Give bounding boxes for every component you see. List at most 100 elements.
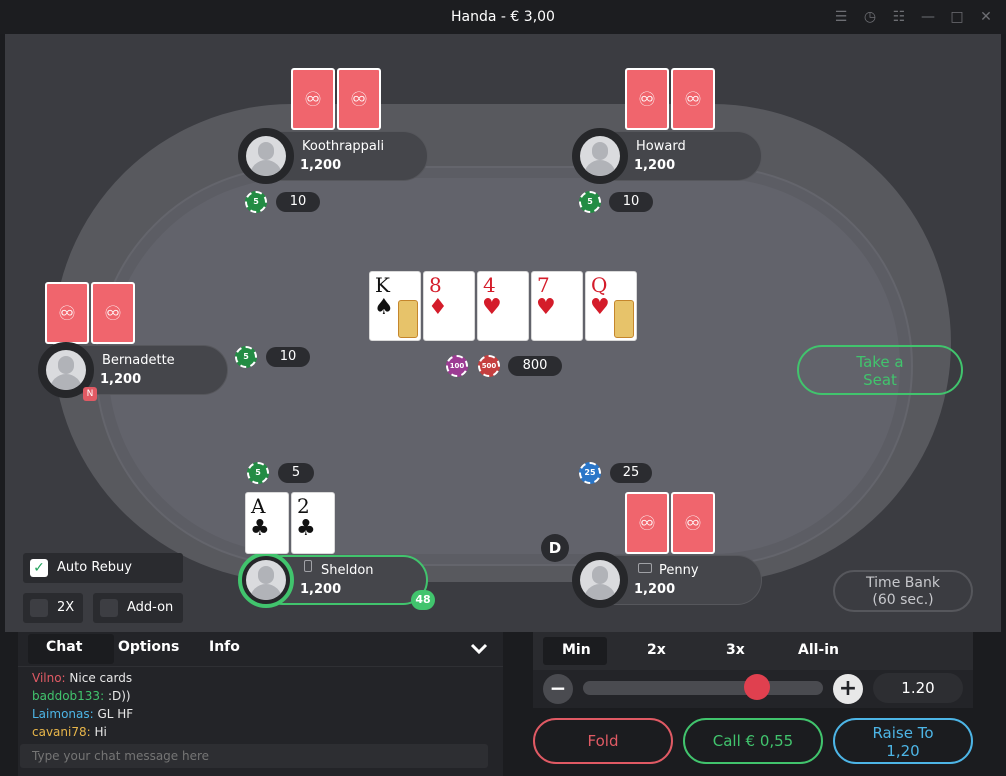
minus-icon[interactable]: −: [543, 674, 573, 704]
card-suit-icon: ♥: [590, 295, 610, 320]
two-x-option[interactable]: 2X: [23, 593, 83, 623]
bet-amount: 25: [610, 463, 652, 483]
avatar-icon: [580, 560, 620, 600]
card-back-logo-icon: ♾: [638, 87, 656, 111]
avatar-icon: [46, 350, 86, 390]
raise-button[interactable]: Raise To 1,20: [833, 718, 973, 764]
chip-icon: 5: [579, 191, 601, 213]
card-back: ♾: [671, 68, 715, 130]
card-rank: 7: [537, 273, 550, 297]
add-on-label: Add-on: [127, 600, 174, 615]
divider: [18, 666, 503, 667]
card-back-logo-icon: ♾: [58, 301, 76, 325]
player-name: Koothrappali: [302, 139, 385, 154]
player-name: Sheldon: [321, 563, 374, 578]
lobby-icon[interactable]: ☰: [833, 9, 849, 25]
chip-icon: 5: [245, 191, 267, 213]
two-x-label: 2X: [57, 600, 75, 615]
auto-rebuy-option[interactable]: ✓ Auto Rebuy: [23, 553, 183, 583]
bet-amount: 10: [266, 347, 310, 367]
chat-message: cavani78: Hi: [32, 725, 107, 739]
take-seat-label-line1: Take a: [856, 353, 904, 371]
close-icon[interactable]: ✕: [978, 9, 994, 25]
community-card: 7 ♥: [531, 271, 583, 341]
chip-icon: 5: [235, 346, 257, 368]
bet-presets-bar: Min 2x 3x All-in: [533, 632, 973, 670]
time-bank-line1: Time Bank: [866, 575, 940, 591]
checkmark-icon[interactable]: ✓: [30, 559, 48, 577]
avatar: [572, 128, 628, 184]
fold-button[interactable]: Fold: [533, 718, 673, 764]
card-back: ♾: [671, 492, 715, 554]
player-stack: 1,200: [100, 372, 142, 387]
card-suit-icon: ♣: [250, 516, 270, 541]
bet-amount: 5: [278, 463, 314, 483]
card-rank: A: [251, 494, 266, 518]
card-rank: K: [375, 273, 390, 297]
bet-slider-thumb[interactable]: [743, 674, 770, 700]
take-seat-button[interactable]: Take a Seat: [797, 345, 963, 395]
card-suit-icon: ♠: [374, 295, 394, 320]
call-button[interactable]: Call € 0,55: [683, 718, 823, 764]
checkbox[interactable]: [100, 599, 118, 617]
chip-icon: 5: [247, 462, 269, 484]
mobile-device-icon: [304, 560, 312, 572]
player-stack: 1,200: [634, 582, 676, 597]
minimize-icon[interactable]: —: [920, 9, 936, 25]
preset-min-button[interactable]: Min: [562, 642, 591, 658]
card-rank: 2: [297, 494, 310, 518]
avatar: [238, 552, 294, 608]
card-back: ♾: [91, 282, 135, 344]
community-card: K ♠: [369, 271, 421, 341]
bet-amount: 10: [276, 192, 320, 212]
avatar-icon: [246, 136, 286, 176]
history-icon[interactable]: ◷: [862, 9, 878, 25]
hero-card: A ♣: [245, 492, 289, 554]
tab-options[interactable]: Options: [118, 639, 179, 655]
preset-2x-button[interactable]: 2x: [647, 642, 666, 658]
player-name: Howard: [636, 139, 686, 154]
tab-chat[interactable]: Chat: [46, 639, 82, 655]
card-back: ♾: [625, 68, 669, 130]
community-card: Q ♥: [585, 271, 637, 341]
card-suit-icon: ♦: [428, 295, 448, 320]
avatar: [238, 128, 294, 184]
new-player-badge: N: [83, 387, 97, 401]
card-back: ♾: [291, 68, 335, 130]
take-seat-label-line2: Seat: [863, 371, 897, 389]
tables-icon[interactable]: ☷: [891, 9, 907, 25]
time-bank-button[interactable]: Time Bank (60 sec.): [833, 570, 973, 612]
player-name: Bernadette: [102, 353, 175, 368]
bet-amount-input[interactable]: 1.20: [873, 673, 963, 703]
chat-message: baddob133: :D)): [32, 689, 131, 703]
preset-3x-button[interactable]: 3x: [726, 642, 745, 658]
checkbox[interactable]: [30, 599, 48, 617]
card-back-logo-icon: ♾: [304, 87, 322, 111]
preset-allin-button[interactable]: All-in: [798, 642, 839, 658]
maximize-icon[interactable]: □: [949, 9, 965, 25]
chip-icon: 25: [579, 462, 601, 484]
card-rank: Q: [591, 273, 608, 297]
chat-message: Vilno: Nice cards: [32, 671, 133, 685]
hero-card: 2 ♣: [291, 492, 335, 554]
card-suit-icon: ♣: [296, 516, 316, 541]
auto-rebuy-label: Auto Rebuy: [57, 560, 132, 575]
bet-amount: 10: [609, 192, 653, 212]
avatar-icon: [580, 136, 620, 176]
plus-icon[interactable]: +: [833, 674, 863, 704]
raise-label-line1: Raise To: [872, 724, 934, 742]
card-back-logo-icon: ♾: [104, 301, 122, 325]
chat-input[interactable]: [20, 744, 488, 768]
card-back: ♾: [337, 68, 381, 130]
card-rank: 8: [429, 273, 442, 297]
card-suit-icon: ♥: [482, 295, 502, 320]
card-suit-icon: ♥: [536, 295, 556, 320]
title-bar: Handa - € 3,00 ☰ ◷ ☷ — □ ✕: [0, 0, 1006, 34]
bet-slider-track[interactable]: [583, 681, 823, 695]
card-back-logo-icon: ♾: [684, 87, 702, 111]
avatar: [572, 552, 628, 608]
tab-info[interactable]: Info: [209, 639, 240, 655]
add-on-option[interactable]: Add-on: [93, 593, 183, 623]
card-back-logo-icon: ♾: [684, 511, 702, 535]
chevron-down-icon[interactable]: [470, 643, 488, 655]
